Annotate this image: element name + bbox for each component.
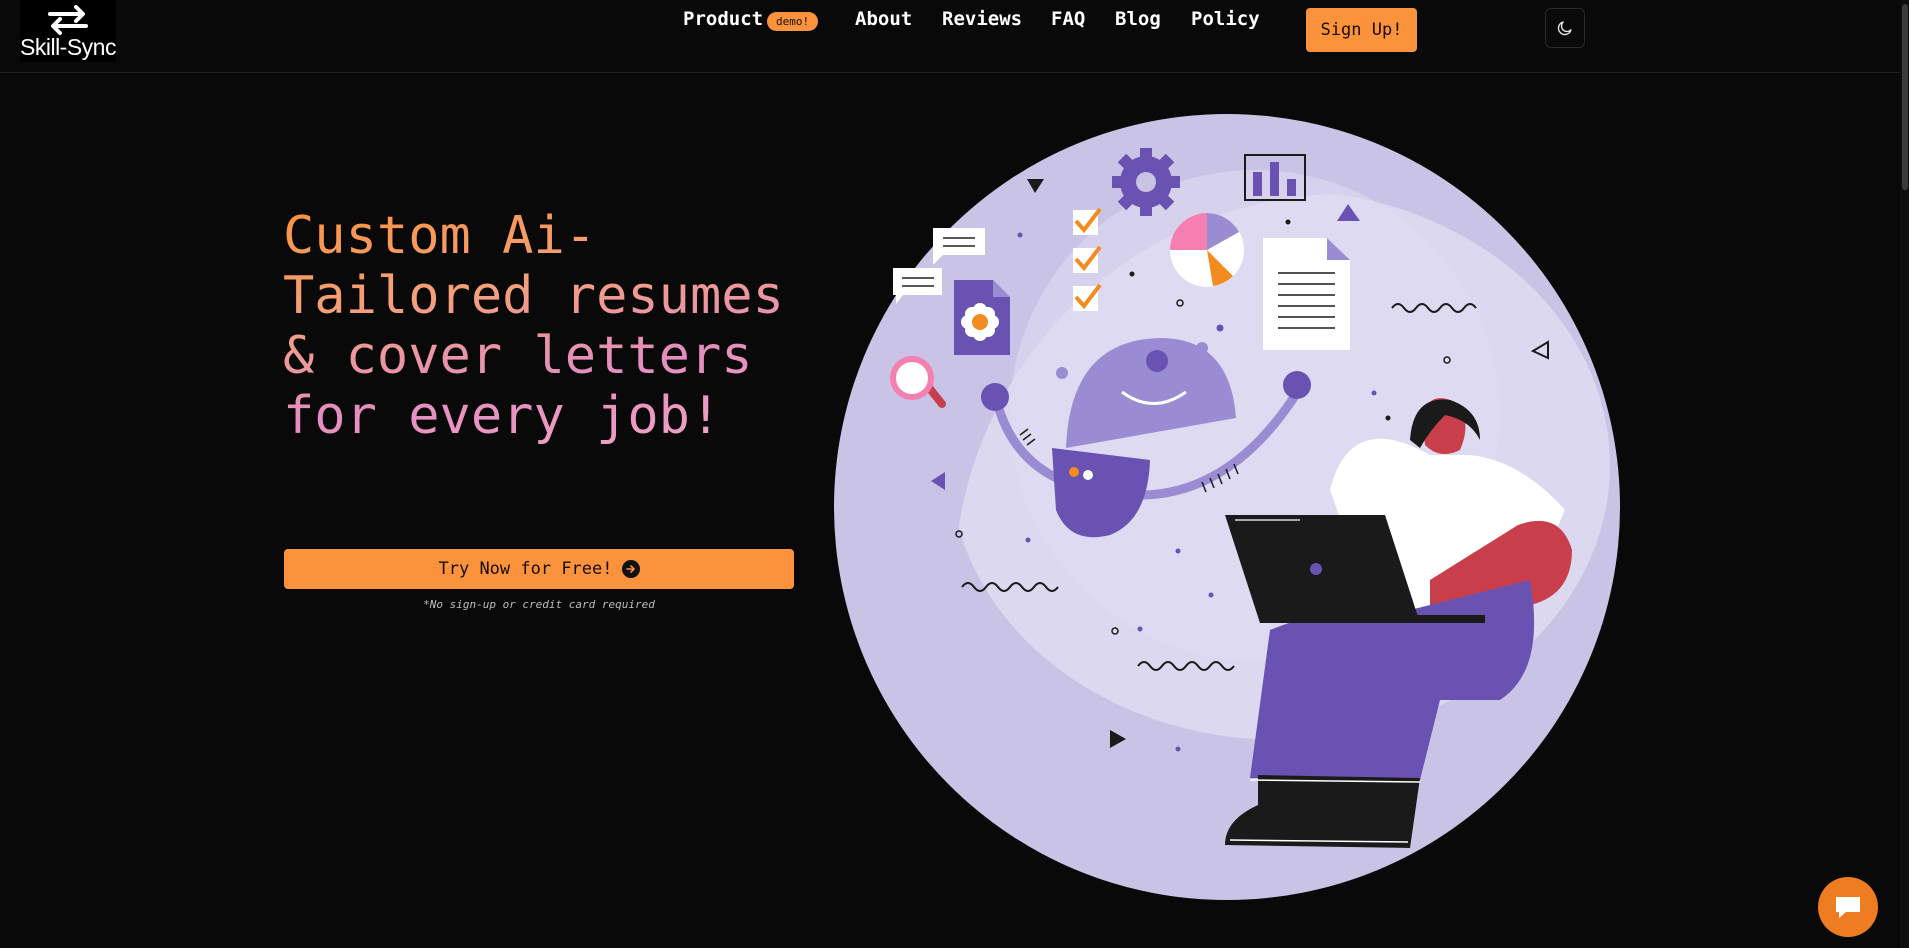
cta-note: *No sign-up or credit card required (423, 598, 655, 611)
site-header: Skill-Sync Product About Reviews FAQ Blo… (0, 0, 1909, 73)
arrow-right-circle-icon (621, 560, 640, 578)
woman-with-laptop-and-robot-illustration (834, 114, 1620, 900)
nav-item-reviews[interactable]: Reviews (942, 8, 1022, 30)
scrollbar[interactable] (1900, 0, 1909, 948)
chat-bubble-icon (1836, 897, 1860, 918)
checklist-icon (1073, 207, 1102, 311)
logo[interactable]: Skill-Sync (20, 0, 116, 62)
nav-item-policy[interactable]: Policy (1191, 8, 1260, 30)
moon-icon (1557, 21, 1572, 36)
signup-button[interactable]: Sign Up! (1306, 8, 1417, 52)
pie-chart-icon (1170, 213, 1244, 287)
chat-button[interactable] (1818, 877, 1878, 937)
scrollbar-thumb[interactable] (1902, 4, 1908, 190)
nav-item-blog[interactable]: Blog (1115, 8, 1161, 30)
swap-arrows-icon (48, 5, 88, 35)
theme-toggle-button[interactable] (1545, 8, 1585, 48)
product-demo-badge: demo! (767, 12, 819, 31)
image-file-icon (954, 280, 1010, 355)
document-icon (1263, 238, 1350, 350)
gear-icon (1112, 148, 1180, 216)
try-now-button[interactable]: Try Now for Free! (284, 549, 794, 589)
nav-item-faq[interactable]: FAQ (1051, 8, 1085, 30)
nav-item-product[interactable]: Product (683, 8, 763, 30)
try-now-label: Try Now for Free! (438, 559, 613, 579)
nav-item-about[interactable]: About (855, 8, 912, 30)
hero-title: Custom Ai-Tailored resumes & cover lette… (283, 206, 803, 446)
brand-name: Skill-Sync (20, 34, 116, 60)
